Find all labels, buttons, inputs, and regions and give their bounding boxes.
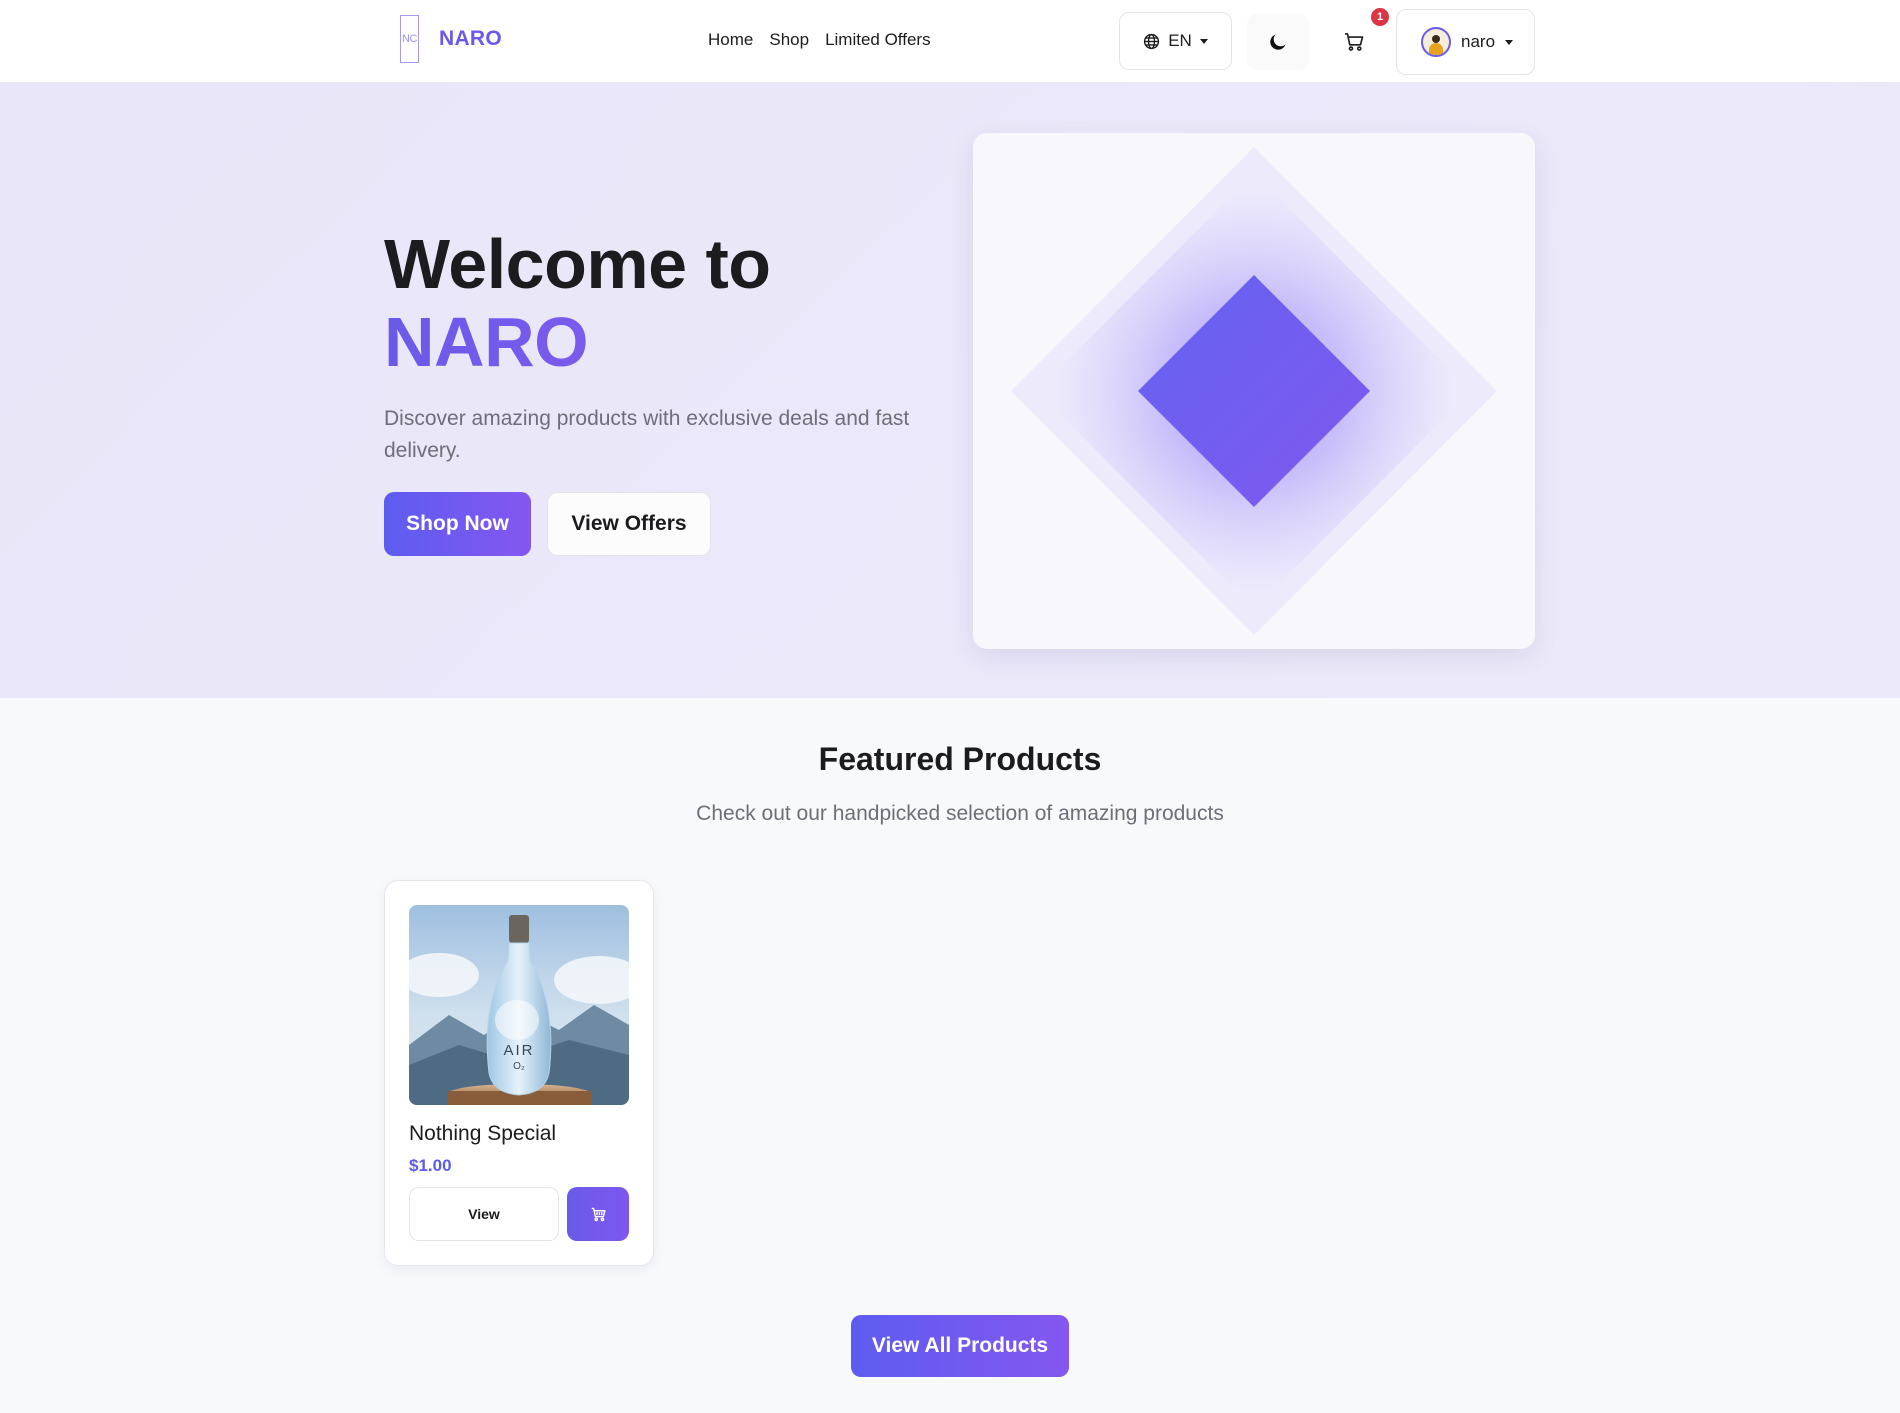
product-card: AIR O₂ Nothing Special $1.00 View xyxy=(384,880,654,1266)
chevron-down-icon xyxy=(1199,38,1208,44)
product-label-text: AIR xyxy=(503,1042,534,1059)
add-to-cart-button[interactable] xyxy=(567,1187,629,1241)
brand-home-link[interactable]: NC NARO xyxy=(400,15,502,63)
moon-icon xyxy=(1270,34,1286,50)
hero-title-brand: NARO xyxy=(384,303,771,381)
hero-section: Welcome to NARO Discover amazing product… xyxy=(0,83,1900,698)
avatar xyxy=(1421,27,1451,57)
brand-name: NARO xyxy=(439,27,503,50)
featured-products-subtitle: Check out our handpicked selection of am… xyxy=(696,802,1224,825)
language-dropdown[interactable]: EN xyxy=(1119,12,1232,70)
username-label: naro xyxy=(1461,32,1496,51)
language-label: EN xyxy=(1168,31,1192,50)
nav-link-limited-offers[interactable]: Limited Offers xyxy=(825,30,931,50)
hero-illustration-card xyxy=(973,133,1535,649)
main-nav: Home Shop Limited Offers xyxy=(708,30,931,50)
hero-subtitle: Discover amazing products with exclusive… xyxy=(384,407,910,462)
product-photo: AIR O₂ xyxy=(409,905,629,1105)
product-image[interactable]: AIR O₂ xyxy=(409,905,629,1105)
brand-logo: NC xyxy=(400,15,419,63)
view-all-products-button[interactable]: View All Products xyxy=(851,1315,1069,1377)
hero-title: Welcome to NARO xyxy=(384,225,771,381)
nav-link-home[interactable]: Home xyxy=(708,30,753,50)
chevron-down-icon xyxy=(1505,39,1514,45)
product-price: $1.00 xyxy=(409,1156,452,1175)
nav-link-shop[interactable]: Shop xyxy=(769,30,809,50)
globe-icon xyxy=(1144,33,1160,49)
view-product-button[interactable]: View xyxy=(409,1187,559,1241)
user-menu-dropdown[interactable]: naro xyxy=(1396,9,1535,75)
theme-toggle-button[interactable] xyxy=(1247,14,1309,70)
top-navbar: NC NARO Home Shop Limited Offers EN 1 na… xyxy=(0,0,1900,83)
cart-icon xyxy=(591,1207,606,1221)
view-offers-button[interactable]: View Offers xyxy=(547,492,711,556)
cart-count-badge: 1 xyxy=(1371,8,1389,26)
cart-icon xyxy=(1345,33,1364,51)
shop-now-button[interactable]: Shop Now xyxy=(384,492,531,556)
hero-title-line1: Welcome to xyxy=(384,225,771,303)
product-name[interactable]: Nothing Special xyxy=(409,1122,556,1146)
product-label-sub: O₂ xyxy=(513,1061,525,1072)
diamond-illustration xyxy=(1011,147,1497,635)
featured-products-title: Featured Products xyxy=(818,741,1102,777)
